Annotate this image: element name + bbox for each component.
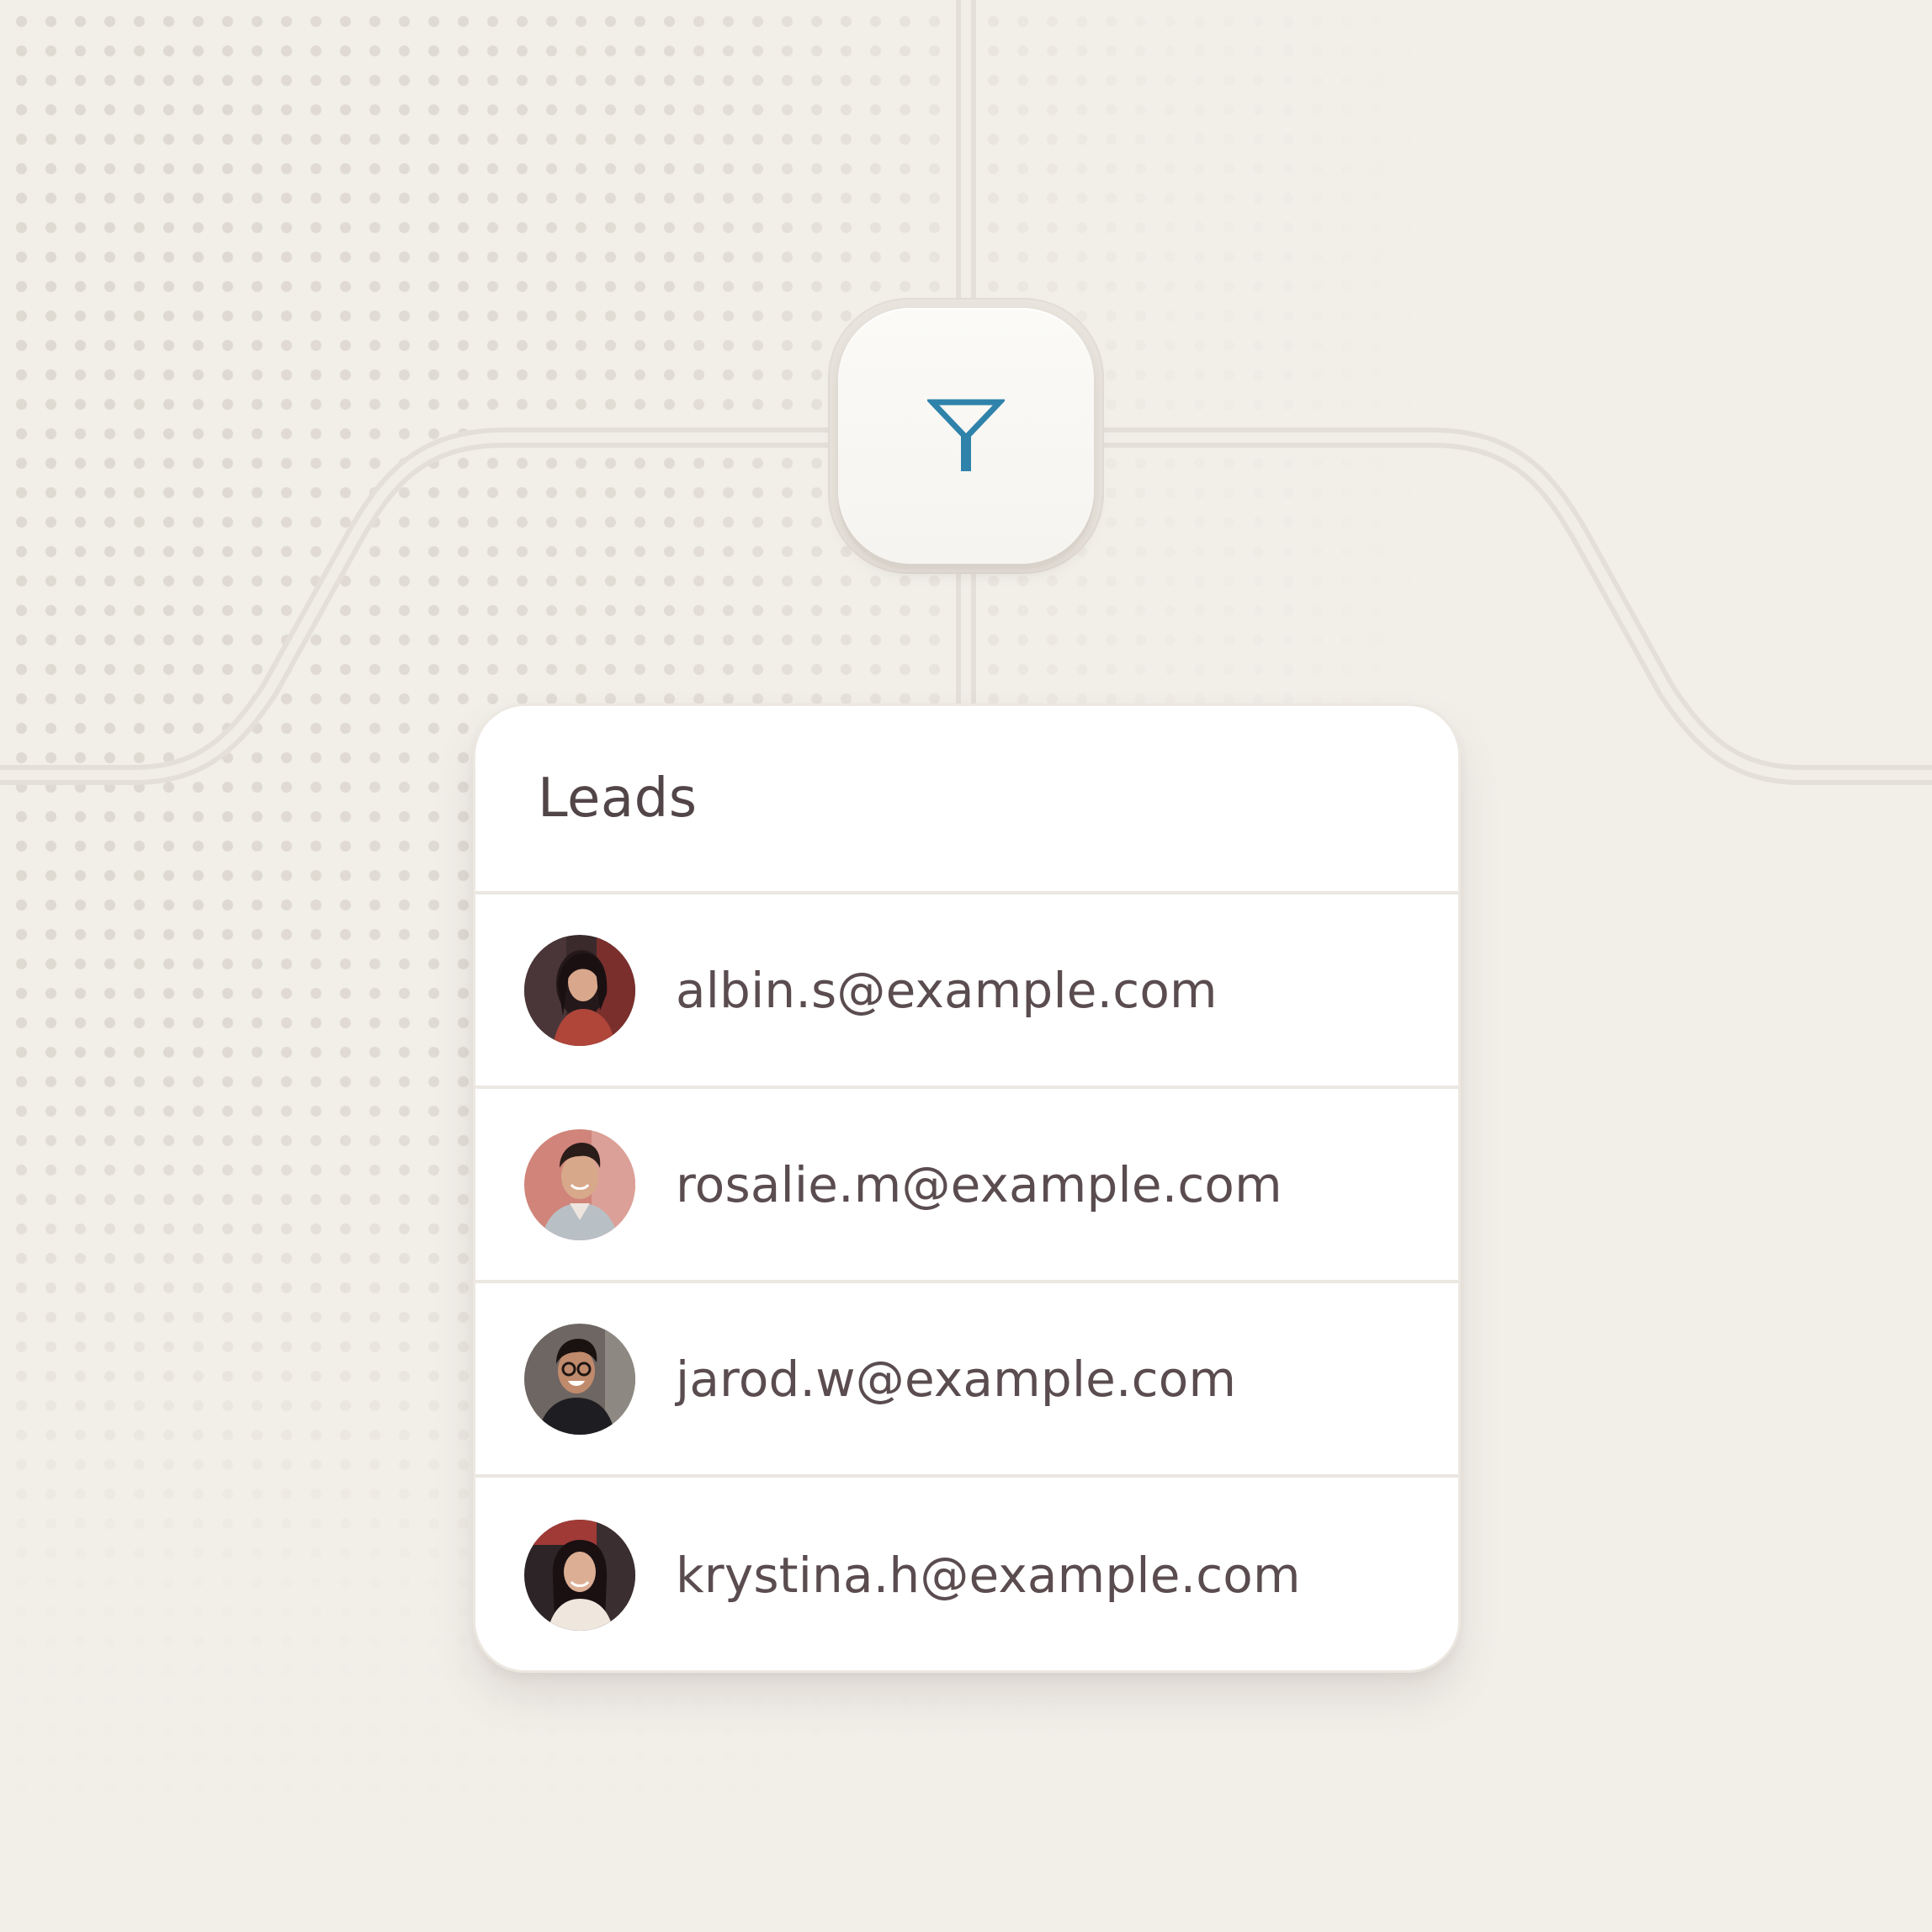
leads-card-title: Leads [538, 767, 698, 830]
lead-email: rosalie.m@example.com [676, 1155, 1282, 1213]
avatar [524, 1323, 635, 1435]
leads-card-header: Leads [475, 706, 1458, 894]
filter-node-button[interactable] [838, 308, 1094, 564]
lead-row[interactable]: jarod.w@example.com [475, 1283, 1458, 1478]
lead-email: jarod.w@example.com [676, 1350, 1237, 1408]
avatar [524, 934, 635, 1046]
lead-row[interactable]: rosalie.m@example.com [475, 1089, 1458, 1283]
lead-row[interactable]: krystina.h@example.com [475, 1478, 1458, 1670]
avatar [524, 1519, 635, 1631]
lead-email: krystina.h@example.com [676, 1546, 1301, 1604]
lead-row[interactable]: albin.s@example.com [475, 894, 1458, 1089]
avatar [524, 1128, 635, 1240]
lead-email: albin.s@example.com [676, 961, 1218, 1019]
filter-icon [927, 399, 1005, 471]
leads-card: Leads albin.s@example.com rosalie.m@exam… [473, 703, 1461, 1673]
